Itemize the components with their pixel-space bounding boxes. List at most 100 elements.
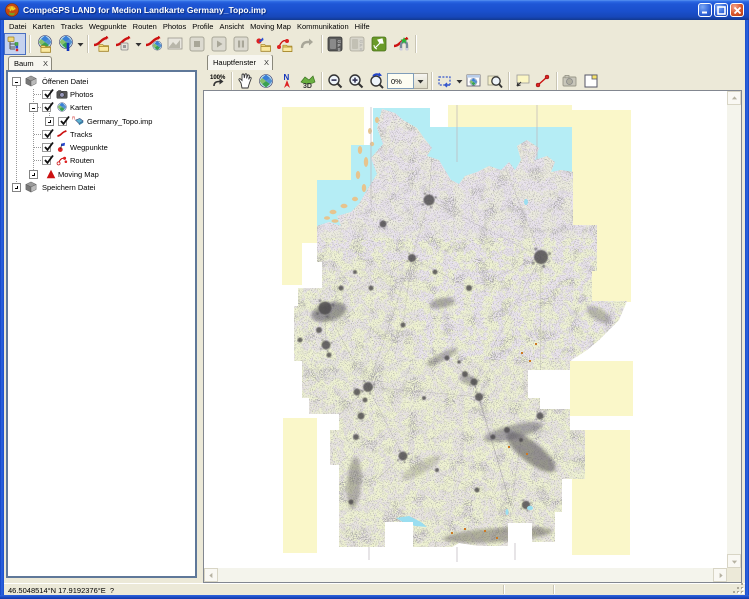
tree-checkbox[interactable] [42, 156, 51, 165]
svg-text:R: R [72, 115, 75, 120]
maximize-button[interactable] [714, 3, 728, 17]
map-open-icon [34, 35, 52, 53]
menu-item-moving-map[interactable]: Moving Map [247, 22, 294, 31]
zoom-out-button[interactable] [324, 70, 345, 92]
orient-north-button[interactable]: N [276, 70, 297, 92]
status-divider [553, 585, 554, 594]
track-close-icon [114, 35, 132, 53]
zoom-in-button[interactable] [345, 70, 366, 92]
track-on-map-button[interactable] [142, 33, 164, 55]
tree-item-label: Photos [70, 88, 93, 101]
tree-item-tracks[interactable]: Tracks [8, 128, 195, 141]
tree-view-button[interactable] [4, 33, 26, 55]
tree-item-waypoints[interactable]: Wegpunkte [8, 141, 195, 154]
menu-item-ansicht[interactable]: Ansicht [216, 22, 247, 31]
status-coordinates: 46.5048514°N 17.9192376°E ? [8, 586, 114, 595]
tree-expander-plus[interactable] [45, 117, 54, 126]
map-overview-button[interactable] [484, 70, 505, 92]
tree-item-maps[interactable]: Karten [8, 101, 195, 114]
menu-item-kommunikation[interactable]: Kommunikation [294, 22, 352, 31]
tree-checkbox[interactable] [42, 90, 51, 99]
tree-tab-close-icon[interactable]: X [43, 59, 51, 68]
scroll-right-button[interactable] [713, 568, 727, 582]
main-window-tab[interactable]: Hauptfenster X [207, 54, 273, 70]
tree-item-storage-files[interactable]: Speichern Datei [8, 181, 195, 194]
menu-item-karten[interactable]: Karten [30, 22, 58, 31]
measure-distance-button[interactable] [532, 70, 553, 92]
open-route-button[interactable] [274, 33, 296, 55]
zoom-level-input[interactable]: 0% [387, 73, 414, 89]
close-track-button[interactable] [112, 33, 134, 55]
open-waypoints-button[interactable] [252, 33, 274, 55]
menu-item-routen[interactable]: Routen [130, 22, 160, 31]
tree-expander-plus[interactable] [29, 170, 38, 179]
menu-item-datei[interactable]: Datei [4, 22, 30, 31]
main-window-tab-close-icon[interactable]: X [264, 58, 272, 67]
gps-connect-button[interactable]: GPS [324, 33, 346, 55]
resize-grip[interactable] [733, 583, 744, 594]
close-track-button-dropdown[interactable] [134, 33, 142, 55]
minimize-button[interactable] [698, 3, 712, 17]
play-button[interactable] [208, 33, 230, 55]
tree-item-photos[interactable]: Photos [8, 88, 195, 101]
pan-mode-button[interactable] [234, 70, 255, 92]
view-3d-button[interactable]: 3D [297, 70, 318, 92]
open-map-button[interactable] [32, 33, 54, 55]
menu-item-hilfe[interactable]: Hilfe [352, 22, 373, 31]
tree-checkbox[interactable] [42, 130, 51, 139]
pause-gray-icon [232, 35, 250, 53]
scroll-left-button[interactable] [204, 568, 218, 582]
screenshot-button[interactable] [559, 70, 580, 92]
activate-gps-track-button[interactable] [390, 33, 412, 55]
edit-map-button-dropdown[interactable] [76, 33, 84, 55]
tree-expander-plus[interactable] [12, 183, 21, 192]
application-window: CompeGPS LAND for Medion Landkarte Germa… [0, 0, 749, 599]
gps-disconnect-button[interactable]: GPS [346, 33, 368, 55]
tree-checkbox[interactable] [42, 143, 51, 152]
tree-checkbox[interactable] [58, 117, 67, 126]
scroll-up-button[interactable] [727, 91, 741, 105]
close-button[interactable] [730, 3, 744, 17]
svg-text:N: N [283, 73, 289, 82]
svg-text:S: S [338, 47, 341, 52]
menu-item-profile[interactable]: Profile [189, 22, 216, 31]
tree-item-germany-topo[interactable]: RGermany_Topo.imp [8, 115, 195, 128]
map-window-button[interactable] [463, 70, 484, 92]
tree-expander-minus[interactable] [12, 77, 21, 86]
zoom-100-button[interactable]: 100% [207, 70, 228, 92]
map-list-button[interactable] [255, 70, 276, 92]
info-mode-button[interactable] [511, 70, 532, 92]
tree-item-moving-map[interactable]: Moving Map [8, 168, 195, 181]
vertical-scrollbar[interactable] [727, 91, 741, 568]
map-canvas[interactable] [204, 91, 727, 568]
gps-status-button[interactable] [368, 33, 390, 55]
undo-button[interactable] [296, 33, 318, 55]
track-profile-button[interactable] [164, 33, 186, 55]
tree-checkbox[interactable] [42, 103, 51, 112]
horizontal-scrollbar[interactable] [204, 568, 727, 582]
satellite-green-icon [370, 35, 388, 53]
zoom-level-dropdown[interactable] [414, 73, 428, 89]
menu-item-tracks[interactable]: Tracks [58, 22, 86, 31]
zoom-redraw-button[interactable] [366, 70, 387, 92]
tree-tab[interactable]: Baum X [8, 56, 52, 70]
select-area-button-dropdown[interactable] [455, 70, 463, 92]
toolbar-separator [412, 33, 418, 55]
north-n-icon: N [278, 72, 296, 90]
tree-expander-minus[interactable] [29, 103, 38, 112]
mag-map-icon [486, 72, 504, 90]
svg-text:100%: 100% [210, 75, 226, 81]
pan-rect-icon [436, 72, 454, 90]
menu-item-wegpunkte[interactable]: Wegpunkte [86, 22, 130, 31]
open-track-button[interactable] [90, 33, 112, 55]
pause-button[interactable] [230, 33, 252, 55]
scroll-down-button[interactable] [727, 554, 741, 568]
tree-item-routes[interactable]: Routen [8, 154, 195, 167]
edit-map-button[interactable] [54, 33, 76, 55]
zoom-redraw-icon [368, 72, 386, 90]
tree-item-open-files[interactable]: Öffenen Datei [8, 75, 195, 88]
select-area-button[interactable] [434, 70, 455, 92]
new-window-button[interactable] [580, 70, 601, 92]
menu-item-photos[interactable]: Photos [160, 22, 189, 31]
stop-button[interactable] [186, 33, 208, 55]
